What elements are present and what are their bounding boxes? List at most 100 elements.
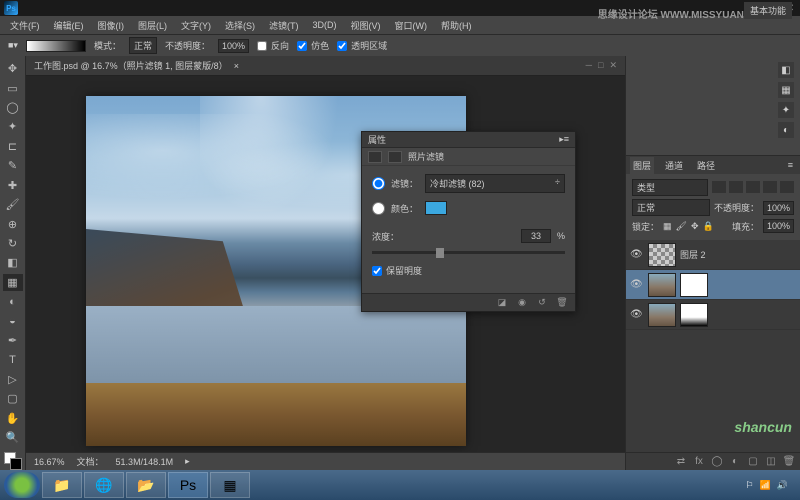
transparency-checkbox[interactable] [337,41,347,51]
layer-thumb[interactable] [648,243,676,267]
panel-menu-icon[interactable]: ▸≡ [559,134,569,145]
color-radio[interactable] [372,202,385,215]
lock-trans-icon[interactable]: ▦ [663,221,672,232]
filter-type-icon[interactable] [746,181,760,193]
color-swatch[interactable] [4,452,22,469]
taskbar-folder-icon[interactable]: 📂 [126,472,166,498]
layer-thumb[interactable] [648,273,676,297]
lasso-tool[interactable]: ◯ [3,99,23,116]
close-doc-icon[interactable]: × [234,61,239,71]
reverse-checkbox[interactable] [257,41,267,51]
link-layers-icon[interactable]: ⇄ [674,456,688,467]
styles-panel-icon[interactable]: ✦ [778,102,794,118]
layer-name[interactable]: 图层 2 [680,248,706,261]
wand-tool[interactable]: ✦ [3,118,23,135]
menu-help[interactable]: 帮助(H) [435,17,478,34]
crop-tool[interactable]: ⊏ [3,138,23,155]
adjustments-panel-icon[interactable]: ◐ [778,122,794,138]
filter-radio[interactable] [372,177,385,190]
lock-pos-icon[interactable]: ✥ [691,221,699,232]
menu-3d[interactable]: 3D(D) [307,18,343,32]
workspace-label[interactable]: 基本功能 [744,2,792,19]
status-arrow-icon[interactable]: ▸ [185,456,190,467]
layer-thumb[interactable] [648,303,676,327]
density-value[interactable]: 33 [521,229,551,243]
doc-close-button[interactable]: ✕ [609,60,617,71]
heal-tool[interactable]: ✚ [3,177,23,194]
reset-icon[interactable]: ↺ [535,296,549,310]
tray-flag-icon[interactable]: ⚐ [745,480,753,491]
menu-filter[interactable]: 滤镜(T) [263,17,305,34]
menu-window[interactable]: 窗口(W) [389,17,434,34]
tab-paths[interactable]: 路径 [694,157,718,174]
clip-icon[interactable]: ◪ [495,296,509,310]
filter-shape-icon[interactable] [763,181,777,193]
pen-tool[interactable]: ✒ [3,332,23,349]
stamp-tool[interactable]: ⊕ [3,215,23,232]
dither-checkbox[interactable] [297,41,307,51]
layer-row[interactable]: 👁 [626,270,800,300]
fx-icon[interactable]: fx [692,456,706,467]
dodge-tool[interactable]: ◒ [3,312,23,329]
lock-all-icon[interactable]: 🔒 [703,221,714,232]
menu-file[interactable]: 文件(F) [4,17,46,34]
doc-maximize-button[interactable]: □ [598,60,603,71]
marquee-tool[interactable]: ▭ [3,79,23,96]
mode-select[interactable]: 正常 [129,37,157,54]
layer-mask-thumb[interactable] [680,303,708,327]
filter-smart-icon[interactable] [780,181,794,193]
tool-preset-icon[interactable]: ■▾ [8,40,18,51]
eyedropper-tool[interactable]: ✎ [3,157,23,174]
move-tool[interactable]: ✥ [3,60,23,77]
tab-channels[interactable]: 通道 [662,157,686,174]
shape-tool[interactable]: ▢ [3,390,23,407]
opacity-value[interactable]: 100% [218,39,249,53]
brush-tool[interactable]: 🖌 [3,196,23,213]
color-panel-icon[interactable]: ◧ [778,62,794,78]
visibility-icon[interactable]: 👁 [630,279,644,290]
history-brush-tool[interactable]: ↻ [3,235,23,252]
new-layer-icon[interactable]: ◫ [764,456,778,467]
taskbar-app-icon[interactable]: ▦ [210,472,250,498]
visibility-icon[interactable]: 👁 [630,249,644,260]
layer-filter-select[interactable]: 类型 [632,179,708,196]
taskbar-ps-icon[interactable]: Ps [168,472,208,498]
filter-select[interactable]: 冷却滤镜 (82)÷ [425,174,565,193]
menu-edit[interactable]: 编辑(E) [48,17,90,34]
document-tab[interactable]: 工作图.psd @ 16.7%（照片滤镜 1, 图层蒙版/8） × ─ □ ✕ [26,56,625,76]
filter-pixel-icon[interactable] [712,181,726,193]
layer-row[interactable]: 👁 图层 2 [626,240,800,270]
tray-volume-icon[interactable]: 🔊 [777,480,788,491]
eraser-tool[interactable]: ◧ [3,254,23,271]
taskbar-explorer-icon[interactable]: 📁 [42,472,82,498]
panel-menu-icon[interactable]: ≡ [785,158,796,172]
menu-view[interactable]: 视图(V) [345,17,387,34]
type-tool[interactable]: T [3,351,23,368]
start-button[interactable] [4,472,40,498]
density-slider[interactable] [372,251,565,254]
menu-layer[interactable]: 图层(L) [132,17,173,34]
visibility-icon[interactable]: 👁 [630,309,644,320]
blend-mode-select[interactable]: 正常 [632,199,710,216]
layer-opacity-value[interactable]: 100% [763,201,794,215]
color-swatch-picker[interactable] [425,201,447,215]
taskbar-browser-icon[interactable]: 🌐 [84,472,124,498]
add-mask-icon[interactable]: ◯ [710,456,724,467]
menu-type[interactable]: 文字(Y) [175,17,217,34]
swatches-panel-icon[interactable]: ▦ [778,82,794,98]
delete-adjustment-icon[interactable]: 🗑 [555,296,569,310]
zoom-tool[interactable]: 🔍 [3,429,23,446]
doc-minimize-button[interactable]: ─ [586,60,592,71]
tray-network-icon[interactable]: 📶 [760,480,771,491]
lock-pixel-icon[interactable]: 🖌 [676,221,687,232]
zoom-level[interactable]: 16.67% [34,457,65,467]
path-tool[interactable]: ▷ [3,371,23,388]
delete-layer-icon[interactable]: 🗑 [782,456,796,467]
preserve-luminosity-checkbox[interactable] [372,266,382,276]
tab-layers[interactable]: 图层 [630,157,654,174]
fill-value[interactable]: 100% [763,219,794,233]
hand-tool[interactable]: ✋ [3,410,23,427]
gradient-preview[interactable] [26,40,86,52]
new-group-icon[interactable]: ▢ [746,456,760,467]
gradient-tool[interactable]: ▦ [3,274,23,291]
